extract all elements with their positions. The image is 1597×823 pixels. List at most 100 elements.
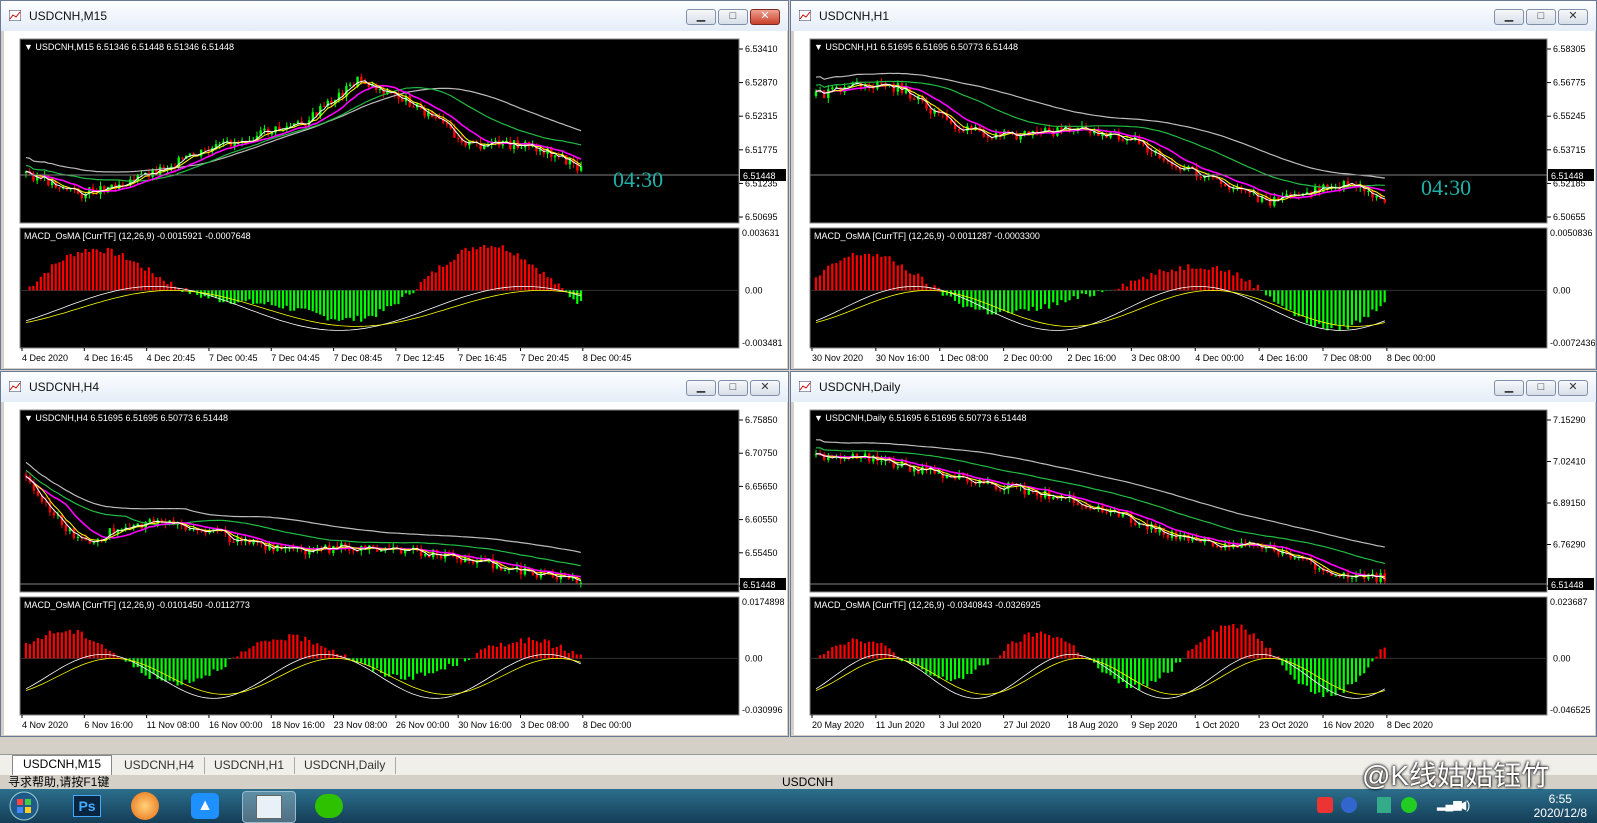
time-label: 30 Nov 16:00 (458, 720, 512, 730)
macd-bar (1076, 290, 1079, 299)
macd-bar (367, 290, 370, 317)
shield-icon[interactable] (1377, 797, 1391, 813)
macd-bar (876, 643, 879, 659)
macd-bar (509, 252, 512, 291)
chart-window-daily[interactable]: USDCNH,Daily ▁ □ ✕ ▼ USDCNH,Daily 6.5169… (790, 371, 1597, 737)
macd-bar (464, 247, 467, 291)
macd-bar (1330, 658, 1333, 696)
start-orb-icon[interactable] (4, 791, 44, 821)
macd-bar (539, 642, 542, 659)
macd-bar (1367, 658, 1370, 668)
time-label: 7 Dec 00:45 (209, 353, 258, 363)
macd-bar (839, 260, 842, 291)
candle-body (1166, 534, 1170, 538)
time-label: 7 Dec 04:45 (271, 353, 320, 363)
macd-bar (1138, 279, 1141, 291)
macd-bar (319, 290, 322, 315)
minimize-button[interactable]: ▁ (1494, 9, 1524, 25)
macd-bar (388, 658, 391, 677)
macd-bar (99, 251, 102, 291)
tab-usdcnh-daily[interactable]: USDCNH,Daily (294, 757, 397, 774)
macd-bar (248, 648, 251, 659)
macd-bar (1068, 643, 1071, 659)
macd-bar (1211, 267, 1214, 291)
macd-bar (1150, 272, 1153, 291)
mt4-icon[interactable] (242, 791, 296, 823)
wechat-tray-icon[interactable] (1401, 797, 1417, 813)
chart-area[interactable]: ▼ USDCNH,H1 6.51695 6.51695 6.50773 6.51… (794, 31, 1595, 368)
wechat-icon[interactable] (306, 791, 352, 821)
macd-bar (312, 644, 315, 659)
macd-bar (447, 658, 451, 664)
sogou-icon[interactable] (1317, 797, 1333, 813)
network-icon[interactable]: ▂▄▆ (1437, 798, 1462, 811)
browser-icon[interactable] (122, 791, 168, 821)
macd-bar (1142, 276, 1145, 291)
price-panel (809, 409, 1548, 593)
chart-area[interactable]: ▼ USDCNH,Daily 6.51695 6.51695 6.50773 6… (794, 402, 1595, 735)
chart-window-h1[interactable]: USDCNH,H1 ▁ □ ✕ ▼ USDCNH,H1 6.51695 6.51… (790, 0, 1597, 370)
maximize-button[interactable]: □ (718, 9, 748, 25)
chart-area[interactable]: ▼ USDCNH,H4 6.51695 6.51695 6.50773 6.51… (4, 402, 787, 735)
tab-usdcnh-m15[interactable]: USDCNH,M15 (12, 755, 113, 775)
macd-bar (1363, 290, 1366, 317)
close-button[interactable]: ✕ (1558, 9, 1588, 25)
minimize-button[interactable]: ▁ (686, 380, 716, 396)
close-button[interactable]: ✕ (750, 9, 780, 25)
time-label: 18 Nov 16:00 (271, 720, 325, 730)
macd-bar (1268, 647, 1272, 659)
candle-body (276, 544, 279, 552)
macd-bar (300, 290, 303, 309)
time-label: 8 Dec 00:00 (583, 720, 632, 730)
maximize-button[interactable]: □ (1526, 380, 1556, 396)
titlebar[interactable]: USDCNH,M15 ▁ □ ✕ (1, 1, 788, 31)
macd-bar (408, 290, 411, 295)
price-label: 6.75850 (745, 415, 778, 425)
titlebar[interactable]: USDCNH,H1 ▁ □ ✕ (791, 1, 1596, 31)
app-blue-icon[interactable]: ▲ (182, 791, 228, 821)
macd-bar (892, 652, 895, 659)
clock-date: 2020/12/8 (1533, 806, 1587, 820)
macd-bar (1191, 648, 1194, 659)
help-icon[interactable] (1341, 797, 1357, 813)
maximize-button[interactable]: □ (718, 380, 748, 396)
macd-bar (1297, 658, 1300, 684)
close-button[interactable]: ✕ (1558, 380, 1588, 396)
macd-bar (994, 290, 998, 315)
system-clock[interactable]: 6:55 2020/12/8 (1534, 792, 1587, 820)
tab-usdcnh-h1[interactable]: USDCNH,H1 (204, 757, 296, 774)
titlebar[interactable]: USDCNH,Daily ▁ □ ✕ (791, 372, 1596, 402)
macd-bar (304, 636, 307, 659)
chart-window-h4[interactable]: USDCNH,H4 ▁ □ ✕ ▼ USDCNH,H4 6.51695 6.51… (0, 371, 789, 737)
macd-bar (561, 288, 564, 291)
chart-header-text: ▼ USDCNH,H4 6.51695 6.51695 6.50773 6.51… (24, 413, 228, 423)
macd-bar (1277, 290, 1280, 304)
macd-bar (449, 261, 452, 291)
macd-bar (407, 658, 411, 677)
macd-bar (415, 289, 419, 291)
close-button[interactable]: ✕ (750, 380, 780, 396)
macd-bar (393, 290, 396, 305)
macd-bar (35, 281, 39, 291)
minimize-button[interactable]: ▁ (1494, 380, 1524, 396)
macd-bar (1060, 290, 1063, 301)
macd-bar (36, 638, 39, 659)
macd-bar (1322, 658, 1325, 697)
macd-bar (392, 658, 395, 675)
photoshop-icon[interactable]: Ps (64, 791, 110, 821)
titlebar[interactable]: USDCNH,H4 ▁ □ ✕ (1, 372, 788, 402)
candle-timer: 04:30 (1421, 175, 1471, 200)
macd-bar (1088, 290, 1092, 297)
macd-bar (1318, 658, 1321, 693)
minimize-button[interactable]: ▁ (686, 9, 716, 25)
time-label: 3 Dec 08:00 (1131, 353, 1180, 363)
macd-bar (144, 658, 147, 676)
tab-usdcnh-h4[interactable]: USDCNH,H4 (114, 757, 206, 774)
macd-bar (1191, 268, 1194, 291)
chart-window-m15[interactable]: USDCNH,M15 ▁ □ ✕ ▼ USDCNH,M15 6.51346 6.… (0, 0, 789, 370)
macd-bar (1236, 272, 1239, 291)
macd-bar (1354, 290, 1358, 321)
macd-bar (1215, 631, 1219, 659)
chart-area[interactable]: ▼ USDCNH,M15 6.51346 6.51448 6.51346 6.5… (4, 31, 787, 368)
maximize-button[interactable]: □ (1526, 9, 1556, 25)
